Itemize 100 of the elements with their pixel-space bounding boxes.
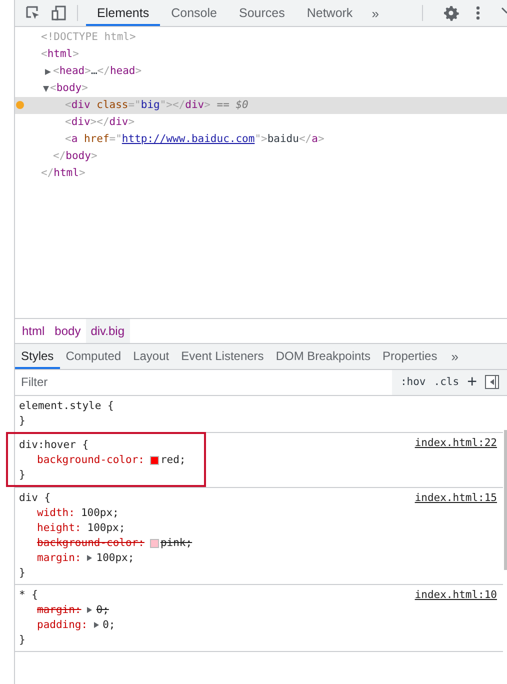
css-property[interactable]: margin: [37, 602, 82, 618]
doctype-text: <!DOCTYPE html> [41, 30, 136, 45]
dom-line[interactable]: <head>…</head> [15, 63, 507, 80]
source-link[interactable]: index.html:15 [414, 490, 497, 506]
node-text: baidu [267, 132, 299, 147]
css-value[interactable]: 0; [102, 618, 116, 632]
tag-name: div [71, 115, 90, 130]
device-icon[interactable] [51, 5, 67, 21]
sidebar-tab[interactable]: Computed [60, 344, 128, 368]
source-link[interactable]: index.html:22 [414, 436, 497, 450]
node-text: … [90, 64, 98, 79]
panel-tab[interactable]: Network [296, 0, 364, 26]
tag-bracket: "></ [160, 98, 186, 113]
tag-bracket: ></ [90, 115, 110, 130]
more-tabs-button[interactable]: » [364, 6, 387, 20]
scrollbar[interactable] [504, 430, 507, 570]
dom-line[interactable]: <html> [15, 46, 507, 63]
css-value[interactable]: red; [160, 452, 186, 468]
css-property[interactable]: width: [37, 506, 75, 520]
tag-bracket: < [65, 115, 72, 130]
settings-icon[interactable] [443, 5, 459, 21]
rule-brace: } [19, 414, 26, 428]
rule-selector: div:hover { [19, 438, 90, 452]
tag-name: html [47, 47, 73, 62]
css-property[interactable]: padding: [37, 618, 88, 632]
tag-bracket: =" [128, 98, 141, 113]
expand-arrow-icon[interactable] [87, 555, 92, 561]
tag-bracket: > [128, 115, 135, 130]
color-swatch[interactable] [150, 456, 160, 464]
rule-brace: } [19, 566, 26, 580]
more-icon[interactable] [475, 5, 481, 21]
tag-bracket: </ [53, 149, 66, 164]
panel-tab[interactable]: Sources [228, 0, 296, 26]
hover-state-button[interactable]: :hov [400, 376, 426, 388]
tag-bracket: "> [254, 132, 268, 147]
more-tabs-button[interactable]: » [443, 344, 466, 368]
tag-name: a [71, 132, 78, 147]
tag-bracket: =" [109, 132, 122, 147]
inspect-icon[interactable] [25, 5, 41, 21]
sidebar-tab[interactable]: DOM Breakpoints [270, 344, 377, 368]
tag-bracket: </ [298, 132, 312, 147]
tag-name: div [109, 115, 128, 130]
expand-arrow-icon[interactable] [94, 622, 99, 628]
tag-bracket: > [204, 98, 210, 113]
tag-bracket: > [84, 64, 91, 79]
color-swatch[interactable] [150, 538, 160, 548]
breadcrumb-item[interactable]: div.big [86, 318, 130, 342]
dom-line[interactable]: <a href="http://www.baiduc.com">baidu</a> [15, 131, 507, 148]
rule-brace: } [19, 468, 26, 482]
tag-bracket: > [82, 81, 88, 96]
tag-bracket: </ [41, 166, 54, 181]
breadcrumb-item[interactable]: html [17, 318, 50, 342]
attribute-name: href [82, 132, 110, 147]
dom-line[interactable]: <div></div> [15, 114, 507, 131]
tag-bracket: < [65, 132, 72, 147]
attribute-link[interactable]: http://www.baiduc.com [122, 131, 255, 148]
expand-arrow-icon[interactable] [45, 68, 51, 74]
css-property[interactable]: height: [37, 520, 82, 536]
new-rule-button[interactable]: + [467, 372, 477, 392]
tag-name: body [56, 81, 82, 96]
tag-bracket: > [72, 47, 79, 62]
source-link[interactable]: index.html:10 [414, 588, 497, 602]
tag-bracket: < [53, 64, 60, 79]
tag-bracket: > [78, 166, 86, 181]
tag-bracket: > [135, 64, 142, 79]
rule-selector: element.style { [19, 398, 115, 414]
class-button[interactable]: .cls [434, 376, 460, 388]
css-property[interactable]: background-color: [37, 452, 144, 468]
breadcrumb-item[interactable]: body [50, 318, 86, 342]
css-value[interactable]: pink; [160, 536, 192, 550]
css-value[interactable]: 0; [96, 602, 109, 618]
sidebar-tab[interactable]: Event Listeners [175, 344, 270, 368]
rule-selector: div { [19, 490, 52, 506]
tag-name: body [66, 149, 91, 164]
expand-arrow-icon[interactable] [87, 607, 92, 613]
tag-bracket: </ [97, 64, 110, 79]
tag-name: div [185, 98, 204, 113]
sidebar-toggle-icon[interactable] [485, 375, 499, 389]
sidebar-tab[interactable]: Properties [376, 344, 444, 368]
css-value[interactable]: 100px; [87, 520, 126, 536]
tag-name: a [312, 132, 318, 147]
tag-name: head [59, 64, 85, 79]
css-property[interactable]: background-color: [37, 536, 144, 550]
css-property[interactable]: margin: [37, 550, 82, 566]
tag-bracket: < [50, 81, 56, 96]
attribute-name: class [96, 98, 128, 113]
state-dot-icon [16, 101, 24, 109]
tag-name: html [54, 166, 79, 181]
tag-bracket: < [65, 98, 72, 113]
tag-bracket: > [318, 132, 324, 147]
panel-tab[interactable]: Elements [86, 0, 160, 26]
attribute-value: big [140, 98, 160, 113]
panel-tab[interactable]: Console [160, 0, 228, 26]
tag-name: head [110, 64, 136, 79]
tag-name: div [71, 98, 90, 113]
sidebar-tab[interactable]: Layout [127, 344, 176, 368]
css-value[interactable]: 100px; [80, 506, 119, 520]
rule-brace: } [19, 632, 26, 648]
css-value[interactable]: 100px; [96, 550, 134, 566]
sidebar-tab[interactable]: Styles [15, 344, 60, 368]
